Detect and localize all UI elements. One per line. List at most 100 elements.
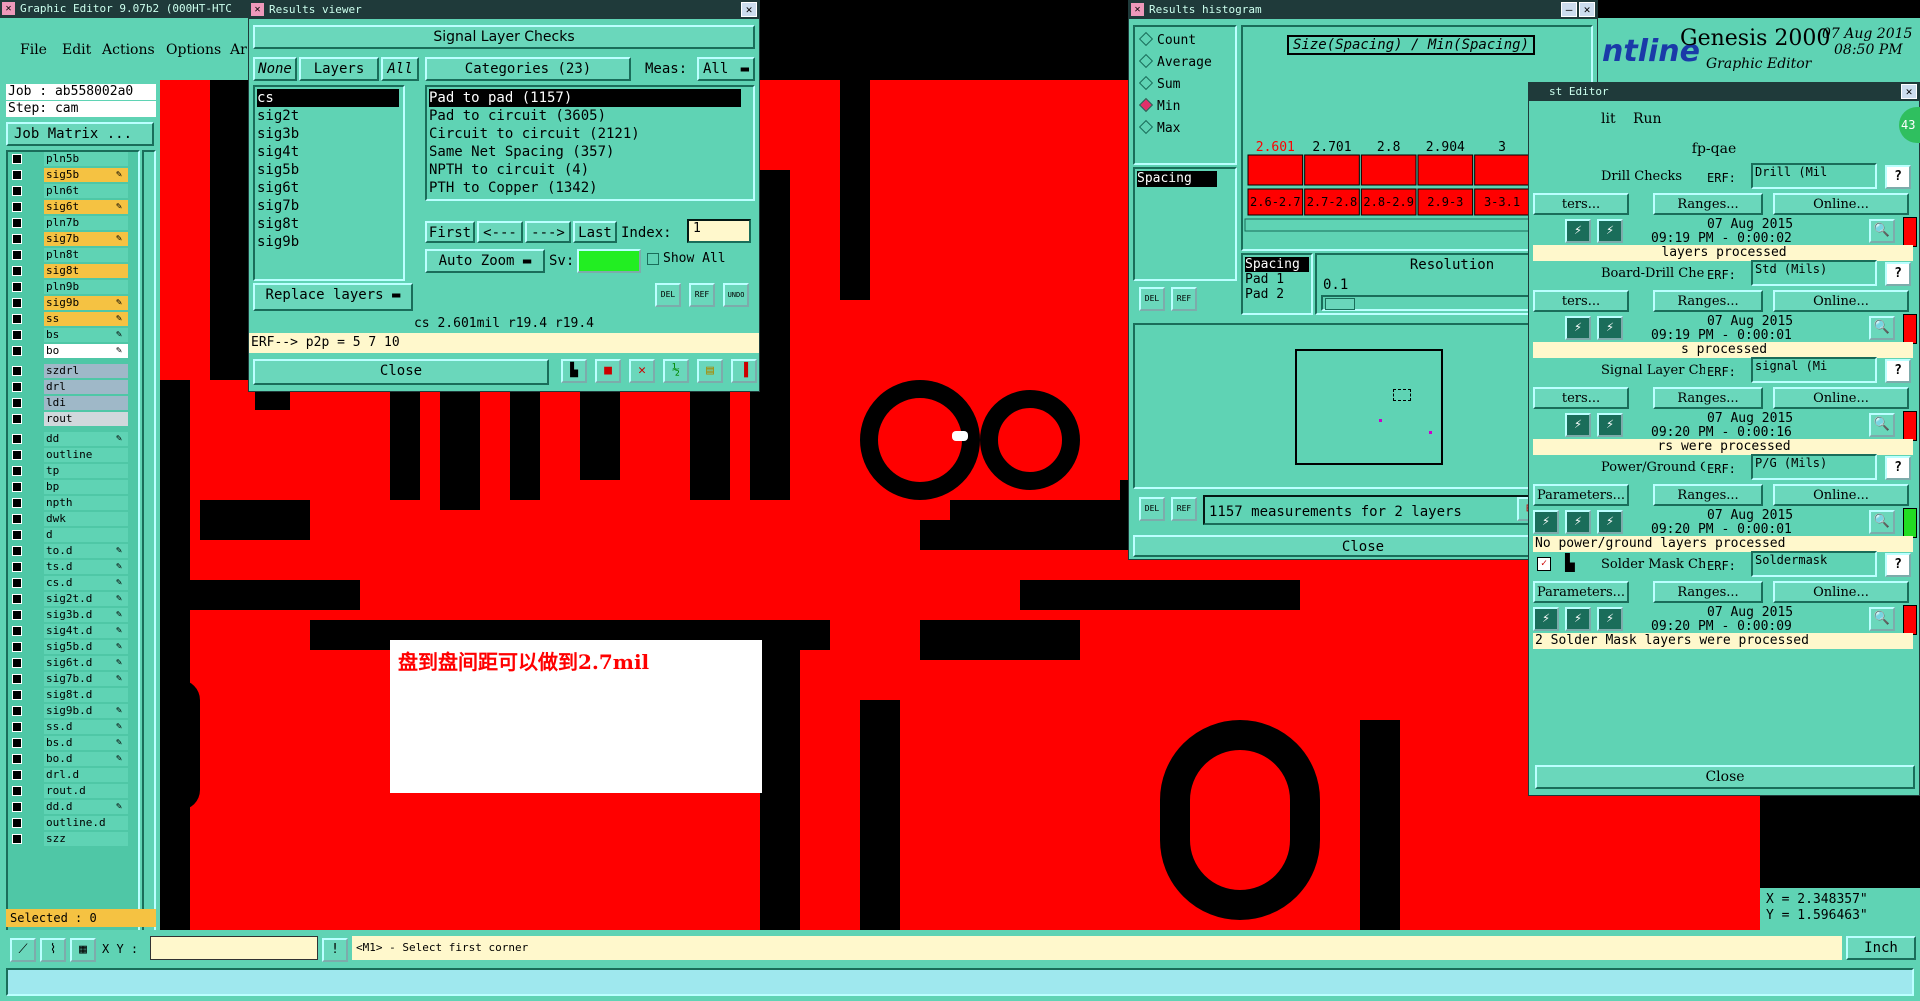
layer-checkbox[interactable] bbox=[12, 250, 22, 260]
layer-checkbox[interactable] bbox=[12, 186, 22, 196]
run-icon[interactable]: ⚡ bbox=[1597, 316, 1623, 340]
layer-list-item-sig5b[interactable]: sig5b bbox=[257, 161, 399, 179]
edit-tool-icon[interactable]: ⟋ bbox=[10, 938, 36, 962]
layer-checkbox[interactable] bbox=[12, 398, 22, 408]
menu-ar[interactable]: Ar bbox=[230, 42, 247, 58]
layer-row-drl.d[interactable]: drl.d bbox=[10, 768, 128, 782]
option-average[interactable]: Average bbox=[1138, 53, 1212, 70]
layer-row-sig5b.d[interactable]: sig5b.d ✎ bbox=[10, 640, 128, 654]
parameters-button[interactable]: ters... bbox=[1533, 290, 1629, 312]
menu-run[interactable]: Run bbox=[1633, 111, 1662, 127]
radio-icon[interactable] bbox=[1138, 31, 1154, 47]
zoom-icon[interactable]: 🔍 bbox=[1869, 219, 1895, 243]
layer-checkbox[interactable] bbox=[12, 722, 22, 732]
option-count[interactable]: Count bbox=[1138, 31, 1196, 48]
histogram-close-button[interactable]: Close bbox=[1133, 535, 1593, 557]
chart-icon-1[interactable]: ▙ bbox=[561, 359, 587, 383]
layer-checkbox[interactable] bbox=[12, 234, 22, 244]
layer-row-sig2t.d[interactable]: sig2t.d ✎ bbox=[10, 592, 128, 606]
layer-checkbox[interactable] bbox=[12, 170, 22, 180]
layer-row-bo.d[interactable]: bo.d ✎ bbox=[10, 752, 128, 766]
del-icon[interactable]: DEL bbox=[655, 283, 681, 307]
index-input[interactable]: 1 bbox=[687, 219, 751, 243]
job-matrix-button[interactable]: Job Matrix ... bbox=[6, 122, 154, 146]
check-name[interactable]: Drill Checks bbox=[1601, 169, 1705, 184]
layer-checkbox[interactable] bbox=[12, 786, 22, 796]
ref-icon[interactable]: REF bbox=[1171, 497, 1197, 521]
layer-row-pln6t[interactable]: pln6t bbox=[10, 184, 128, 198]
layer-checkbox[interactable] bbox=[12, 562, 22, 572]
grid-tool-icon[interactable]: ▦ bbox=[70, 938, 96, 962]
layer-checkbox[interactable] bbox=[12, 738, 22, 748]
online-button[interactable]: Online... bbox=[1773, 290, 1909, 312]
layer-checkbox[interactable] bbox=[12, 594, 22, 604]
help-icon[interactable]: ? bbox=[1885, 456, 1911, 480]
layer-row-sig5b[interactable]: sig5b ✎ bbox=[10, 168, 128, 182]
layer-checkbox[interactable] bbox=[12, 346, 22, 356]
show-all-checkbox[interactable] bbox=[647, 253, 659, 265]
layer-checkbox[interactable] bbox=[12, 450, 22, 460]
erf-field[interactable]: Std (Mils) bbox=[1751, 260, 1877, 286]
layer-row-drl[interactable]: drl bbox=[10, 380, 128, 394]
radio-icon[interactable] bbox=[1138, 53, 1154, 69]
layer-row-sig7b.d[interactable]: sig7b.d ✎ bbox=[10, 672, 128, 686]
run-icon[interactable]: ⚡ bbox=[1565, 510, 1591, 534]
layer-list-item-sig7b[interactable]: sig7b bbox=[257, 197, 399, 215]
layer-checkbox[interactable] bbox=[12, 498, 22, 508]
checkbox-icon[interactable]: ✓ bbox=[1537, 557, 1551, 571]
histogram-titlebar[interactable]: ✕ Results histogram – ✕ bbox=[1129, 1, 1597, 19]
layer-checkbox[interactable] bbox=[12, 626, 22, 636]
measure-tool-icon[interactable]: ⌇ bbox=[40, 938, 66, 962]
run-icon[interactable]: ⚡ bbox=[1597, 413, 1623, 437]
layer-row-pln5b[interactable]: pln5b bbox=[10, 152, 128, 166]
layer-checkbox[interactable] bbox=[12, 834, 22, 844]
layer-checkbox[interactable] bbox=[12, 282, 22, 292]
ranges-button[interactable]: Ranges... bbox=[1653, 193, 1763, 215]
menu-file[interactable]: File bbox=[20, 42, 47, 58]
close-icon[interactable]: ✕ bbox=[2, 2, 15, 15]
histogram-list[interactable]: Spacing bbox=[1133, 167, 1237, 281]
layer-list-item-sig4t[interactable]: sig4t bbox=[257, 143, 399, 161]
option-max[interactable]: Max bbox=[1138, 119, 1180, 136]
menu-edit[interactable]: lit bbox=[1601, 111, 1616, 127]
erf-field[interactable]: signal (Mi bbox=[1751, 357, 1877, 383]
spacing-list-item[interactable]: Pad 2 bbox=[1245, 287, 1309, 302]
layer-checkbox[interactable] bbox=[12, 466, 22, 476]
ref-icon[interactable]: REF bbox=[1171, 287, 1197, 311]
layer-row-dd[interactable]: dd ✎ bbox=[10, 432, 128, 446]
check-name[interactable]: Board-Drill Che bbox=[1601, 266, 1705, 281]
menu-actions[interactable]: Actions bbox=[102, 42, 155, 58]
zoom-icon[interactable]: 🔍 bbox=[1869, 316, 1895, 340]
close-button[interactable]: Close bbox=[253, 359, 549, 385]
layer-checkbox[interactable] bbox=[12, 546, 22, 556]
option-sum[interactable]: Sum bbox=[1138, 75, 1180, 92]
layer-checkbox[interactable] bbox=[12, 706, 22, 716]
layer-row-ldi[interactable]: ldi bbox=[10, 396, 128, 410]
minimize-icon[interactable]: – bbox=[1561, 2, 1577, 17]
next-button[interactable]: ---> bbox=[525, 221, 571, 243]
layer-row-to.d[interactable]: to.d ✎ bbox=[10, 544, 128, 558]
auto-zoom-dropdown[interactable]: Auto Zoom ▬ bbox=[425, 249, 545, 273]
layer-row-tp[interactable]: tp bbox=[10, 464, 128, 478]
last-button[interactable]: Last bbox=[573, 221, 617, 243]
radio-icon[interactable] bbox=[1138, 97, 1154, 113]
category-item[interactable]: Pad to pad (1157) bbox=[429, 89, 741, 107]
histogram-bar[interactable] bbox=[1304, 154, 1360, 186]
online-button[interactable]: Online... bbox=[1773, 193, 1909, 215]
xy-input[interactable] bbox=[150, 936, 318, 960]
layer-row-szz[interactable]: szz bbox=[10, 832, 128, 846]
layer-checkbox[interactable] bbox=[12, 218, 22, 228]
layer-row-dwk[interactable]: dwk bbox=[10, 512, 128, 526]
parameters-button[interactable]: ters... bbox=[1533, 387, 1629, 409]
checklist-titlebar[interactable]: st Editor ✕ bbox=[1529, 83, 1919, 101]
layer-checkbox[interactable] bbox=[12, 382, 22, 392]
layer-list-item-sig3b[interactable]: sig3b bbox=[257, 125, 399, 143]
results-viewer-titlebar[interactable]: ✕ Results viewer ✕ bbox=[249, 1, 759, 19]
layer-row-npth[interactable]: npth bbox=[10, 496, 128, 510]
layer-checkbox[interactable] bbox=[12, 154, 22, 164]
layer-row-sig3b.d[interactable]: sig3b.d ✎ bbox=[10, 608, 128, 622]
histogram-bar[interactable] bbox=[1360, 154, 1417, 186]
layer-checkbox[interactable] bbox=[12, 754, 22, 764]
layer-row-sig8t.d[interactable]: sig8t.d bbox=[10, 688, 128, 702]
erf-field[interactable]: P/G (Mils) bbox=[1751, 454, 1877, 480]
